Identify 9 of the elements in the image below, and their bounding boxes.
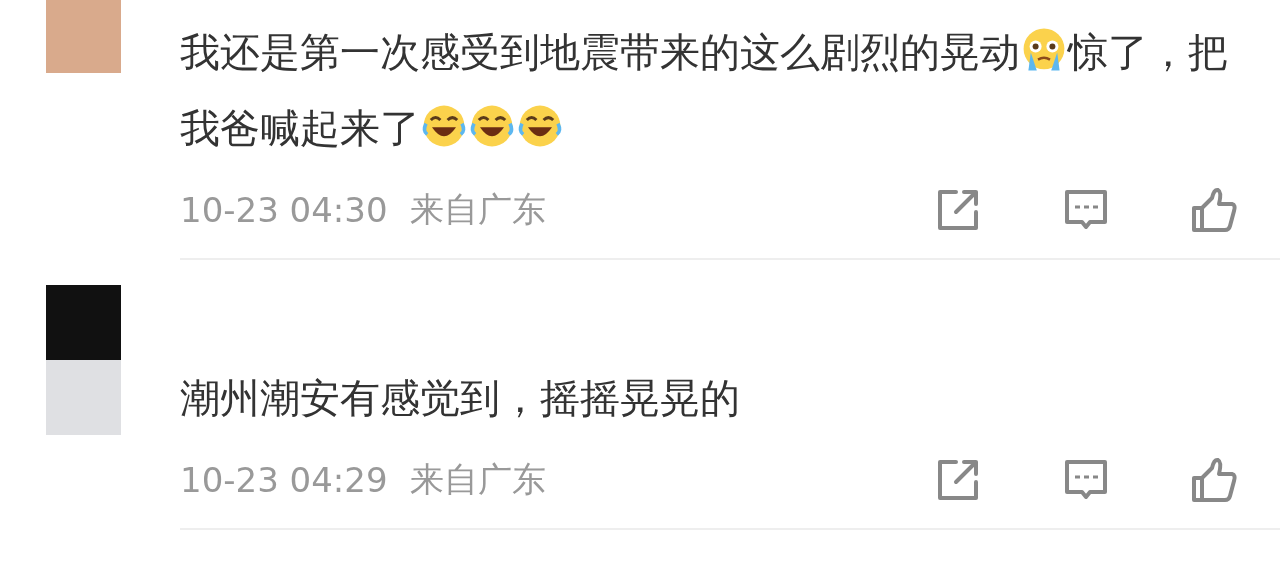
comment-location: 来自广东 [409, 458, 546, 501]
comment-text: 我还是第一次感受到地震带来的这么剧烈的晃动 惊了，把我爸喊起来了 [180, 14, 1280, 166]
comment-text: 潮州潮安有感觉到，摇摇晃晃的 [180, 374, 741, 423]
comment-time: 10-23 04:29 [180, 460, 388, 500]
avatar[interactable] [46, 285, 121, 435]
comment-time: 10-23 04:30 [180, 190, 388, 230]
like-icon[interactable] [1190, 186, 1238, 234]
comment-location: 来自广东 [409, 188, 546, 231]
like-icon[interactable] [1190, 456, 1238, 504]
